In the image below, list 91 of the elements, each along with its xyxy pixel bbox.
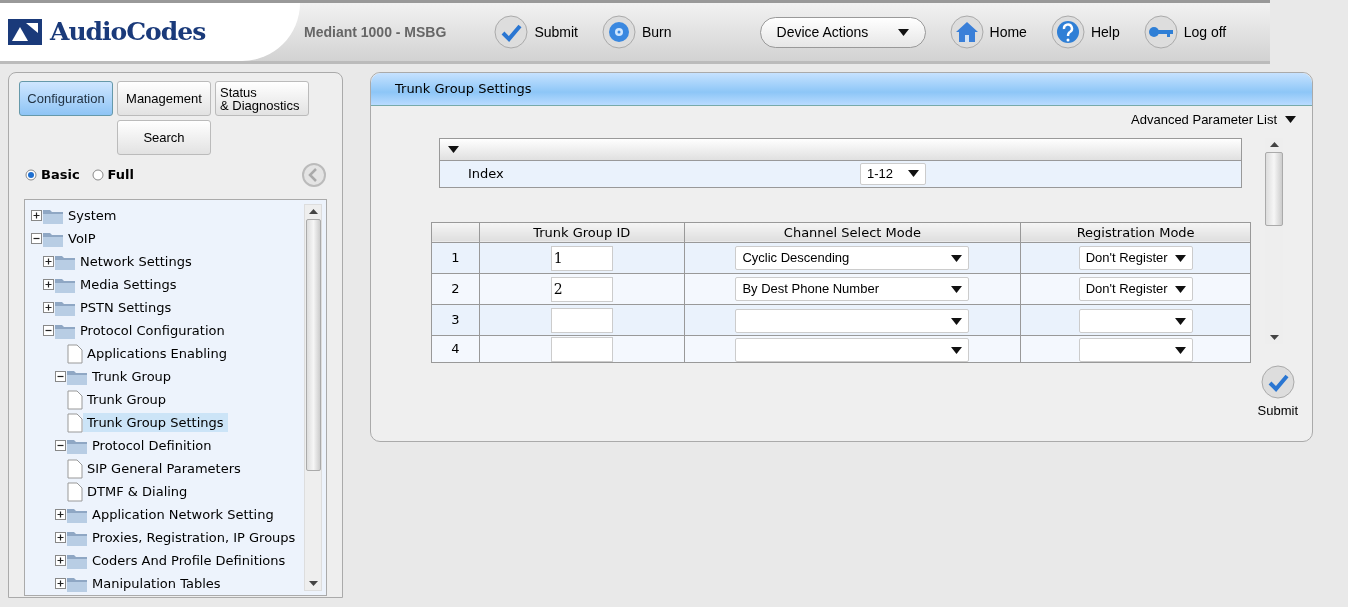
collapse-icon[interactable] [43, 325, 54, 336]
trunk-group-id-field[interactable]: 2 [550, 276, 613, 302]
device-actions-dropdown[interactable]: Device Actions [759, 16, 926, 48]
radio-button[interactable] [91, 169, 104, 181]
tree-item[interactable]: SIP General Parameters [83, 458, 245, 479]
house-icon [949, 15, 984, 49]
page-icon [67, 458, 83, 479]
collapse-icon[interactable] [55, 440, 66, 451]
expand-icon[interactable] [55, 532, 66, 543]
column-header: Trunk Group ID [479, 222, 685, 243]
page-title: Trunk Group Settings [395, 80, 532, 99]
caret-icon [1174, 346, 1186, 354]
help-button[interactable]: Help [1050, 15, 1120, 49]
tree-item[interactable]: PSTN Settings [76, 297, 176, 318]
trunk-group-id-field[interactable] [550, 307, 613, 333]
tree-item[interactable]: Applications Enabling [83, 343, 231, 364]
row-number: 3 [431, 304, 480, 336]
check-icon [1260, 365, 1295, 399]
expand-icon[interactable] [55, 509, 66, 520]
row-number: 2 [431, 273, 480, 305]
nav-tab[interactable]: Search [117, 120, 211, 155]
submit-button[interactable]: Submit [1257, 365, 1298, 421]
trunk-group-id-field[interactable] [550, 336, 613, 362]
scrollbar-thumb[interactable] [305, 219, 321, 471]
column-header: Channel Select Mode [684, 222, 1021, 243]
expand-icon[interactable] [43, 256, 54, 267]
caret-icon [1285, 116, 1296, 124]
caret-icon [951, 317, 963, 325]
tree-item[interactable]: Application Network Setting [88, 504, 278, 525]
registration-mode-dropdown[interactable]: Don't Register [1078, 277, 1193, 301]
caret-icon [1174, 285, 1186, 293]
tree-item[interactable]: Proxies, Registration, IP Groups [88, 527, 300, 548]
logo-icon [8, 19, 42, 45]
expand-icon[interactable] [31, 210, 42, 221]
channel-select-mode-dropdown[interactable]: By Dest Phone Number [735, 277, 970, 301]
page-icon [67, 481, 83, 502]
burn-button[interactable]: Burn [601, 15, 672, 49]
tree-item[interactable]: Trunk Group [88, 366, 176, 387]
key-icon [1143, 15, 1178, 49]
channel-select-mode-dropdown[interactable]: Cyclic Descending [735, 246, 970, 270]
caret-icon [951, 285, 963, 293]
question-mark-icon [1050, 15, 1085, 49]
caret-icon [951, 346, 963, 354]
row-number: 4 [431, 335, 480, 363]
expand-icon[interactable] [43, 302, 54, 313]
radio-label: Full [107, 166, 134, 185]
nav-tab[interactable]: Status & Diagnostics [215, 81, 309, 116]
column-header [431, 222, 480, 243]
collapse-icon[interactable] [55, 371, 66, 382]
scrollbar-thumb[interactable] [1265, 151, 1283, 226]
collapse-icon[interactable] [31, 233, 42, 244]
index-dropdown[interactable]: 1-12 [860, 162, 926, 185]
page-icon [67, 343, 83, 364]
caret-icon [1174, 317, 1186, 325]
row-number: 1 [431, 242, 480, 274]
tree-item[interactable]: DTMF & Dialing [83, 481, 192, 502]
caret-icon [1174, 254, 1186, 262]
home-button[interactable]: Home [949, 15, 1027, 49]
tree-item[interactable]: Media Settings [76, 274, 181, 295]
page-icon [67, 389, 83, 410]
tree-item[interactable]: Trunk Group Settings [83, 412, 228, 433]
trunk-group-id-field[interactable]: 1 [550, 245, 613, 271]
tree-item[interactable]: Protocol Definition [88, 435, 216, 456]
registration-mode-dropdown[interactable]: Don't Register [1078, 246, 1193, 270]
tree-item[interactable]: Coders And Profile Definitions [88, 550, 290, 571]
tree-item[interactable]: Protocol Configuration [76, 320, 229, 341]
device-name: Mediant 1000 - MSBG [304, 22, 447, 42]
nav-tab[interactable]: Management [117, 81, 211, 116]
radio-label: Basic [41, 166, 80, 185]
expand-icon[interactable] [55, 578, 66, 589]
disc-icon [601, 15, 636, 49]
tree-item[interactable]: Trunk Group [83, 389, 171, 410]
tree-item[interactable]: System [64, 205, 121, 226]
column-header: Registration Mode [1020, 222, 1251, 243]
caret-icon [897, 28, 909, 36]
log-off-button[interactable]: Log off [1143, 15, 1227, 49]
caret-icon [448, 145, 459, 153]
caret-icon [951, 254, 963, 262]
nav-tab[interactable]: Configuration [19, 81, 113, 116]
tree-item[interactable]: Network Settings [76, 251, 196, 272]
radio-button[interactable] [25, 169, 37, 181]
index-label: Index [467, 164, 505, 183]
brand-name: AudioCodes [50, 16, 206, 49]
submit-button[interactable]: Submit [494, 15, 578, 49]
expand-icon[interactable] [43, 279, 54, 290]
tree-item[interactable]: VoIP [64, 228, 100, 249]
tree-item[interactable]: Manipulation Tables [88, 573, 225, 594]
check-icon [494, 15, 529, 49]
caret-icon [908, 170, 919, 177]
advanced-parameter-list-button[interactable]: Advanced Parameter List [1131, 110, 1296, 130]
expand-icon[interactable] [55, 555, 66, 566]
